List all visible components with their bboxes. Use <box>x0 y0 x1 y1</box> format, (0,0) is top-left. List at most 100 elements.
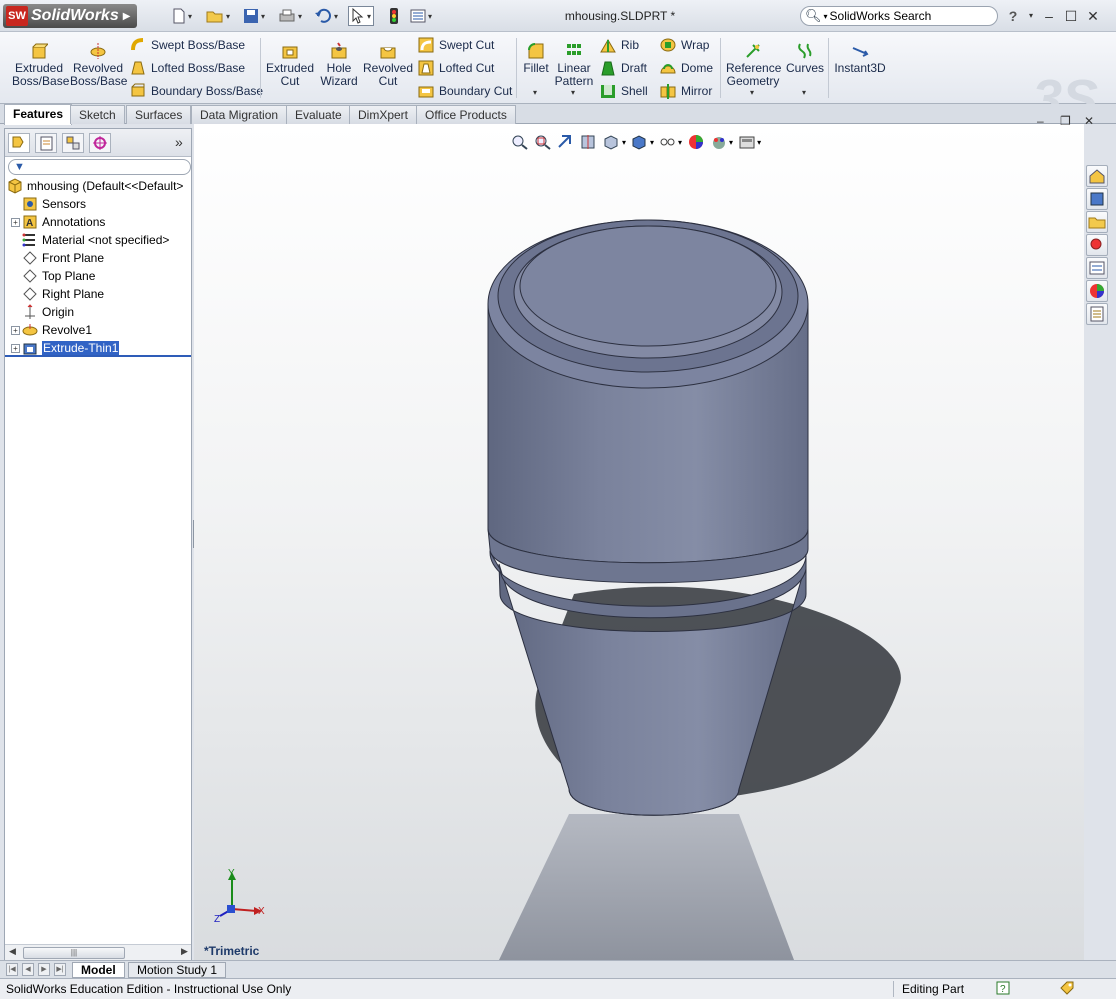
scroll-left-icon[interactable]: ◀ <box>9 946 16 957</box>
tree-item-right-plane[interactable]: Right Plane <box>11 285 104 303</box>
tab-sketch[interactable]: Sketch <box>70 105 125 124</box>
model-view[interactable]: Y X Z <box>194 124 1084 960</box>
lofted-cut-button[interactable]: Lofted Cut <box>418 59 494 77</box>
print-button[interactable]: ▾ <box>278 6 302 26</box>
swept-cut-button[interactable]: Swept Cut <box>418 36 494 54</box>
rollback-bar[interactable] <box>5 355 191 357</box>
tree-root-part[interactable]: mhousing (Default<<Default> <box>7 177 183 195</box>
undo-button[interactable]: ▾ <box>314 6 338 26</box>
custom-properties-tab[interactable] <box>1086 303 1108 325</box>
hole-wizard-button[interactable]: Hole Wizard <box>318 42 360 88</box>
maximize-button[interactable]: ☐ <box>1062 7 1080 25</box>
extruded-boss-button[interactable]: Extruded Boss/Base <box>12 42 69 88</box>
tree-item-sensors[interactable]: Sensors <box>11 195 86 213</box>
select-dropdown-icon[interactable]: ▾ <box>367 12 371 21</box>
tab-data-migration[interactable]: Data Migration <box>191 105 288 124</box>
design-library-tab[interactable] <box>1086 188 1108 210</box>
tree-item-annotations[interactable]: + A Annotations <box>11 213 105 231</box>
tree-item-material-not-specified[interactable]: Material <not specified> <box>11 231 169 249</box>
revolved-boss-button[interactable]: Revolved Boss/Base <box>70 42 127 88</box>
tab-motion-study-1[interactable]: Motion Study 1 <box>128 962 227 978</box>
graphics-area[interactable]: ▾ ▾ ▾ ▾ ▾ Y X Z *Trimetric <box>194 124 1084 960</box>
reference-geometry-button[interactable]: Reference Geometry <box>726 42 781 88</box>
linear-pattern-button[interactable]: Linear Pattern <box>554 42 594 88</box>
new-document-button[interactable]: ▾ <box>172 6 192 26</box>
shell-button[interactable]: Shell <box>600 82 648 100</box>
extruded-cut-button[interactable]: Extruded Cut <box>264 42 316 88</box>
swept-boss-button[interactable]: Swept Boss/Base <box>130 36 245 54</box>
tab-office-products[interactable]: Office Products <box>416 105 516 124</box>
boundary-boss-button[interactable]: Boundary Boss/Base <box>130 82 263 100</box>
prev-tab-icon[interactable]: ◀ <box>22 963 34 976</box>
new-dropdown-icon[interactable]: ▾ <box>188 12 192 21</box>
configurationmanager-tab[interactable] <box>62 133 84 153</box>
viewport-restore-button[interactable]: ❐ <box>1060 114 1071 128</box>
mirror-button[interactable]: Mirror <box>660 82 712 100</box>
solidworks-resources-tab[interactable] <box>1086 165 1108 187</box>
lofted-boss-button[interactable]: Lofted Boss/Base <box>130 59 245 77</box>
options-dropdown-icon[interactable]: ▾ <box>428 12 432 21</box>
tree-item-origin[interactable]: Origin <box>11 303 74 321</box>
expand-toggle-icon[interactable]: + <box>11 325 20 335</box>
save-dropdown-icon[interactable]: ▾ <box>261 12 265 21</box>
revolved-cut-button[interactable]: Revolved Cut <box>362 42 414 88</box>
expand-toggle-icon[interactable]: + <box>11 217 20 227</box>
search-dropdown-icon[interactable]: ▾ <box>824 12 828 21</box>
propertymanager-tab[interactable] <box>35 133 57 153</box>
curves-dropdown-icon[interactable]: ▾ <box>802 88 806 97</box>
wrap-button[interactable]: Wrap <box>660 36 709 54</box>
tree-item-top-plane[interactable]: Top Plane <box>11 267 95 285</box>
solidworks-menu-button[interactable]: SW SolidWorks ▶ <box>3 4 137 28</box>
help-dropdown-icon[interactable]: ▾ <box>1022 7 1040 25</box>
undo-dropdown-icon[interactable]: ▾ <box>334 12 338 21</box>
select-button[interactable]: ▾ <box>348 6 375 26</box>
search-box[interactable]: 🔍︎ ▾ SolidWorks Search <box>800 6 998 26</box>
minimize-button[interactable]: – <box>1040 7 1058 25</box>
view-palette-tab[interactable] <box>1086 257 1108 279</box>
curves-button[interactable]: Curves <box>786 42 824 75</box>
file-explorer-tab[interactable] <box>1086 211 1108 233</box>
appearances-tab[interactable] <box>1086 280 1108 302</box>
fillet-dropdown-icon[interactable]: ▾ <box>533 88 537 97</box>
viewport-close-button[interactable]: ✕ <box>1084 114 1094 128</box>
featuremanager-tab[interactable] <box>8 133 30 153</box>
feature-filter-input[interactable]: ▼ <box>8 159 191 175</box>
tab-evaluate[interactable]: Evaluate <box>286 105 351 124</box>
dimxpertmanager-tab[interactable] <box>89 133 111 153</box>
fillet-button[interactable]: Fillet <box>522 42 550 75</box>
close-button[interactable]: ✕ <box>1084 7 1102 25</box>
first-tab-icon[interactable]: |◀ <box>6 963 18 976</box>
quick-tips-icon[interactable]: ? <box>996 981 1010 995</box>
tag-icon[interactable] <box>1060 981 1074 995</box>
panel-horizontal-scrollbar[interactable]: ◀ ||| ▶ <box>5 944 191 960</box>
scroll-right-icon[interactable]: ▶ <box>181 946 188 957</box>
open-button[interactable]: ▾ <box>206 6 230 26</box>
tab-dimxpert[interactable]: DimXpert <box>349 105 418 124</box>
tree-item-revolve1[interactable]: + Revolve1 <box>11 321 92 339</box>
expand-panel-icon[interactable]: » <box>175 134 183 150</box>
open-dropdown-icon[interactable]: ▾ <box>226 12 230 21</box>
help-button[interactable]: ? <box>1004 7 1022 25</box>
search-input[interactable]: SolidWorks Search <box>830 9 932 23</box>
tab-surfaces[interactable]: Surfaces <box>126 105 192 124</box>
print-dropdown-icon[interactable]: ▾ <box>298 12 302 21</box>
draft-button[interactable]: Draft <box>600 59 647 77</box>
boundary-cut-button[interactable]: Boundary Cut <box>418 82 512 100</box>
tab-model[interactable]: Model <box>72 962 125 978</box>
last-tab-icon[interactable]: ▶| <box>54 963 66 976</box>
scroll-thumb[interactable]: ||| <box>23 947 125 959</box>
expand-toggle-icon[interactable]: + <box>11 343 20 353</box>
rib-button[interactable]: Rib <box>600 36 639 54</box>
pattern-dropdown-icon[interactable]: ▾ <box>571 88 575 97</box>
tab-features[interactable]: Features <box>4 104 73 125</box>
next-tab-icon[interactable]: ▶ <box>38 963 50 976</box>
viewport-minimize-button[interactable]: – <box>1037 114 1044 128</box>
instant3d-button[interactable]: Instant3D <box>834 42 886 75</box>
search-tab[interactable] <box>1086 234 1108 256</box>
rebuild-button[interactable] <box>388 6 400 26</box>
options-button[interactable]: ▾ <box>410 6 432 26</box>
reference-geometry-dropdown-icon[interactable]: ▾ <box>750 88 754 97</box>
tree-item-front-plane[interactable]: Front Plane <box>11 249 104 267</box>
save-button[interactable]: ▾ <box>243 6 265 26</box>
dome-button[interactable]: Dome <box>660 59 713 77</box>
